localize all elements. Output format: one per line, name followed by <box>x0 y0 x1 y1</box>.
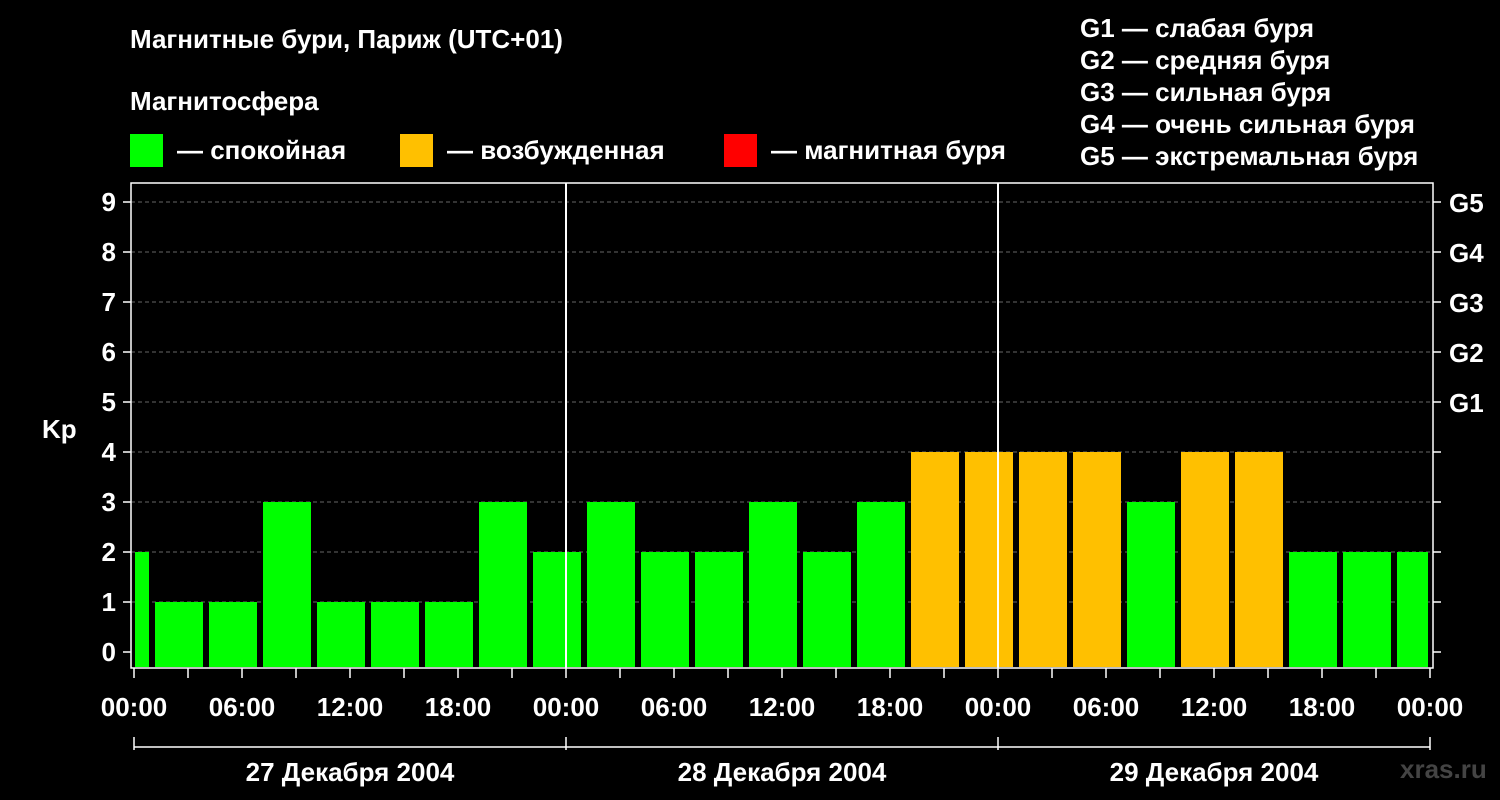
kp-bar-6 <box>425 602 473 667</box>
kp-bar-23 <box>1343 552 1391 667</box>
x-tick-label: 06:00 <box>1073 692 1140 722</box>
day-label: 28 Декабря 2004 <box>678 757 887 787</box>
x-tick-label: 00:00 <box>1397 692 1464 722</box>
kp-bar-10 <box>641 552 689 667</box>
kp-bar-8 <box>533 552 581 667</box>
y-tick-label: 1 <box>102 587 116 617</box>
y-tick-label: 0 <box>102 637 116 667</box>
y-axis-label: Kp <box>42 414 77 444</box>
kp-bar-chart: 0 1 2 3 4 5 6 7 8 9 G1 G2 G3 G4 G5 Kp 00:00 06:00 12:00 18:… <box>42 182 1484 787</box>
kp-bar-12 <box>749 502 797 667</box>
y-tick-label: 9 <box>102 187 116 217</box>
day-label: 29 Декабря 2004 <box>1110 757 1319 787</box>
x-tick-label: 12:00 <box>317 692 384 722</box>
kp-bar-5 <box>371 602 419 667</box>
kp-bar-0 <box>135 552 149 667</box>
x-tick-label: 00:00 <box>533 692 600 722</box>
x-tick-label: 00:00 <box>101 692 168 722</box>
kp-bar-1 <box>155 602 203 667</box>
kp-bar-19 <box>1127 502 1175 667</box>
x-tick-label: 18:00 <box>425 692 492 722</box>
kp-bar-3 <box>263 502 311 667</box>
g-scale-label: G5 <box>1449 188 1484 218</box>
x-tick-label: 12:00 <box>749 692 816 722</box>
g-scale-label: G4 <box>1449 238 1484 268</box>
kp-bar-16 <box>965 452 1013 667</box>
x-tick-label: 18:00 <box>1289 692 1356 722</box>
kp-bar-14 <box>857 502 905 667</box>
y-tick-label: 4 <box>102 437 117 467</box>
x-tick-label: 18:00 <box>857 692 924 722</box>
y-tick-label: 5 <box>102 387 116 417</box>
x-tick-label: 12:00 <box>1181 692 1248 722</box>
y-tick-label: 7 <box>102 287 116 317</box>
kp-bar-11 <box>695 552 743 667</box>
kp-bar-18 <box>1073 452 1121 667</box>
kp-bar-9 <box>587 502 635 667</box>
watermark: xras.ru <box>1400 754 1487 784</box>
g-scale-label: G1 <box>1449 388 1484 418</box>
y-tick-label: 3 <box>102 487 116 517</box>
kp-bar-20 <box>1181 452 1229 667</box>
kp-bar-24 <box>1397 552 1428 667</box>
x-tick-label: 06:00 <box>641 692 708 722</box>
kp-bar-2 <box>209 602 257 667</box>
y-tick-label: 2 <box>102 537 116 567</box>
x-tick-label: 00:00 <box>965 692 1032 722</box>
kp-bar-21 <box>1235 452 1283 667</box>
y-tick-label: 8 <box>102 237 116 267</box>
x-tick-label: 06:00 <box>209 692 276 722</box>
kp-bar-13 <box>803 552 851 667</box>
y-tick-label: 6 <box>102 337 116 367</box>
kp-bar-17 <box>1019 452 1067 667</box>
day-label: 27 Декабря 2004 <box>246 757 455 787</box>
kp-bar-22 <box>1289 552 1337 667</box>
kp-bar-15 <box>911 452 959 667</box>
g-scale-label: G3 <box>1449 288 1484 318</box>
kp-bar-7 <box>479 502 527 667</box>
g-scale-label: G2 <box>1449 338 1484 368</box>
kp-bar-4 <box>317 602 365 667</box>
